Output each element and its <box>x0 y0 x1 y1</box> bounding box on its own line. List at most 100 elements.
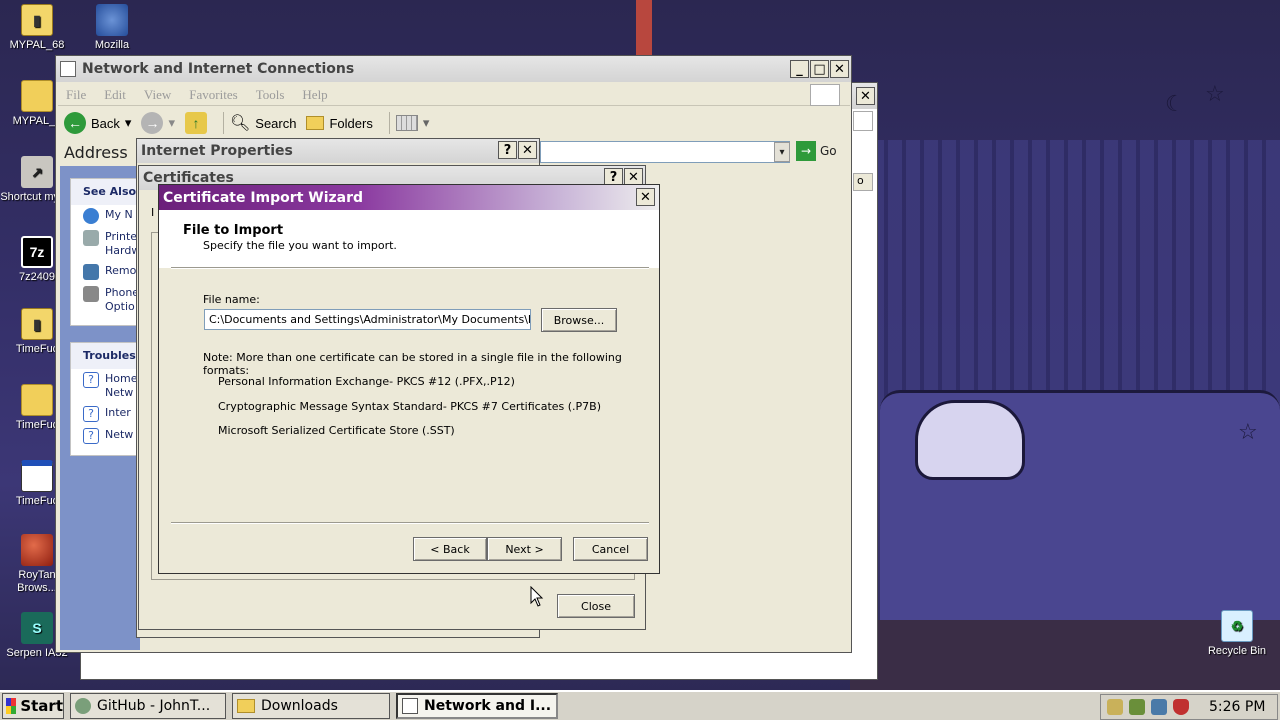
browse-button[interactable]: Browse... <box>541 308 617 332</box>
help-icon: ? <box>83 428 99 444</box>
desktop-icon-mozilla[interactable]: Mozilla <box>75 4 149 52</box>
printer-icon <box>83 230 99 246</box>
task-pane: See Also My N Printe Hardw Remot Phone O… <box>60 166 144 650</box>
help-icon: ? <box>83 406 99 422</box>
close-button[interactable]: ✕ <box>518 141 537 159</box>
folder-icon <box>21 80 53 112</box>
help-button[interactable]: ? <box>498 141 517 159</box>
desktop-icon-mypal68[interactable]: ▮ MYPAL_68 <box>0 4 74 52</box>
folders-icon <box>306 116 325 130</box>
troubleshoot-item[interactable]: ? Home Netw <box>71 369 139 403</box>
menu-edit[interactable]: Edit <box>104 87 126 103</box>
views-icon <box>395 115 418 131</box>
internet-properties-title: Internet Properties <box>141 143 293 159</box>
menu-tools[interactable]: Tools <box>256 87 285 103</box>
control-panel-icon <box>60 61 76 77</box>
up-folder-icon: ↑ <box>184 112 207 134</box>
menu-help[interactable]: Help <box>302 87 327 103</box>
search-button-label: Search <box>255 115 297 131</box>
windows-logo-icon <box>853 111 873 131</box>
chevron-down-icon: ▾ <box>422 115 430 130</box>
network-tray-icon[interactable] <box>1151 699 1167 715</box>
file-name-input[interactable] <box>204 309 531 330</box>
background-window-partial-label: o <box>853 173 873 191</box>
desktop-icon-label: TimeFuc <box>15 495 59 507</box>
desktop-icon-label: RoyTan Brows... <box>17 569 57 594</box>
desktop-icon-label: TimeFuc <box>15 419 59 431</box>
recycle-bin-icon: ♻ <box>1221 610 1253 642</box>
address-dropdown-button[interactable]: ▾ <box>774 142 790 162</box>
maximize-button[interactable]: □ <box>810 60 829 78</box>
help-icon: ? <box>83 372 99 388</box>
search-button[interactable]: 🔍︎ Search <box>230 113 297 133</box>
wizard-title: Certificate Import Wizard <box>163 189 364 206</box>
taskbar-item-network[interactable]: Network and I... <box>396 693 558 719</box>
zip-folder-icon: ▮ <box>21 4 53 36</box>
desktop-icon-label: 7z2409 <box>18 271 56 283</box>
see-also-panel: See Also My N Printe Hardw Remot Phone O… <box>70 178 141 326</box>
minimize-button[interactable]: _ <box>790 60 809 78</box>
folders-button-label: Folders <box>329 115 373 131</box>
next-button[interactable]: Next > <box>487 537 562 561</box>
menu-favorites[interactable]: Favorites <box>189 87 237 103</box>
back-button[interactable]: ← Back ▾ <box>64 112 131 134</box>
wallpaper-moon: ☾ <box>1165 92 1185 117</box>
format-item: Personal Information Exchange- PKCS #12 … <box>218 375 515 388</box>
clock[interactable]: 5:26 PM <box>1209 699 1265 715</box>
control-panel-icon <box>402 698 418 714</box>
folder-icon <box>237 699 255 713</box>
see-also-item[interactable]: Phone Optio <box>71 283 139 317</box>
see-also-item[interactable]: Remot <box>71 261 141 283</box>
start-button[interactable]: Start <box>2 693 64 719</box>
certificate-import-wizard[interactable]: Certificate Import Wizard ✕ File to Impo… <box>158 184 660 574</box>
search-icon: 🔍︎ <box>229 115 251 132</box>
go-button[interactable]: → Go <box>796 141 837 161</box>
shield-icon[interactable] <box>1173 699 1189 715</box>
address-input[interactable] <box>540 141 790 163</box>
tray-icon[interactable] <box>1129 699 1145 715</box>
folder-icon <box>21 384 53 416</box>
cancel-button[interactable]: Cancel <box>573 537 648 561</box>
up-folder-button[interactable]: ↑ <box>184 112 207 134</box>
see-also-item[interactable]: Printe Hardw <box>71 227 140 261</box>
format-item: Cryptographic Message Syntax Standard- P… <box>218 400 602 413</box>
go-button-label: Go <box>820 144 837 158</box>
menu-view[interactable]: View <box>144 87 171 103</box>
troubleshoot-item[interactable]: ? Inter <box>71 403 139 425</box>
menu-file[interactable]: File <box>66 87 86 103</box>
taskbar-item-downloads[interactable]: Downloads <box>232 693 390 719</box>
browser-icon <box>75 698 91 714</box>
wizard-footer-divider <box>171 522 649 524</box>
mozilla-icon <box>96 4 128 36</box>
system-tray: 5:26 PM <box>1100 694 1278 720</box>
close-button[interactable]: ✕ <box>830 60 849 78</box>
back-arrow-icon: ← <box>64 112 86 134</box>
forward-button[interactable]: → ▾ <box>141 112 175 134</box>
troubleshoot-item[interactable]: ? Netw <box>71 425 139 447</box>
desktop-icon-label: TimeFuc <box>15 343 59 355</box>
desktop-icon-label: Mozilla <box>94 39 130 51</box>
windows-logo-icon <box>810 84 840 106</box>
zip-folder-icon: ▮ <box>21 308 53 340</box>
folders-button[interactable]: Folders <box>306 115 373 131</box>
explorer-toolbar: ← Back ▾ → ▾ ↑ 🔍︎ Search Folders ▾ <box>58 108 850 138</box>
wizard-subheading: Specify the file you want to import. <box>203 239 397 252</box>
background-window-close-button[interactable]: ✕ <box>856 87 875 105</box>
back-button[interactable]: < Back <box>413 537 487 561</box>
close-button[interactable]: ✕ <box>636 188 655 206</box>
wallpaper-curtain <box>870 140 1280 420</box>
views-button[interactable]: ▾ <box>395 115 430 131</box>
menu-bar: File Edit View Favorites Tools Help <box>58 84 850 106</box>
tray-icon[interactable] <box>1107 699 1123 715</box>
wallpaper-star: ☆ <box>1205 82 1225 107</box>
desktop-icon-recycle-bin[interactable]: ♻ Recycle Bin <box>1200 610 1274 658</box>
toolbar-separator <box>388 112 390 134</box>
close-button[interactable]: Close <box>557 594 635 618</box>
file-name-label: File name: <box>203 293 260 306</box>
taskbar-item-github[interactable]: GitHub - JohnT... <box>70 693 226 719</box>
windows-logo-icon <box>6 698 17 714</box>
start-label: Start <box>20 697 63 715</box>
go-arrow-icon: → <box>796 141 816 161</box>
see-also-item[interactable]: My N <box>71 205 139 227</box>
wizard-header-divider <box>171 267 649 269</box>
